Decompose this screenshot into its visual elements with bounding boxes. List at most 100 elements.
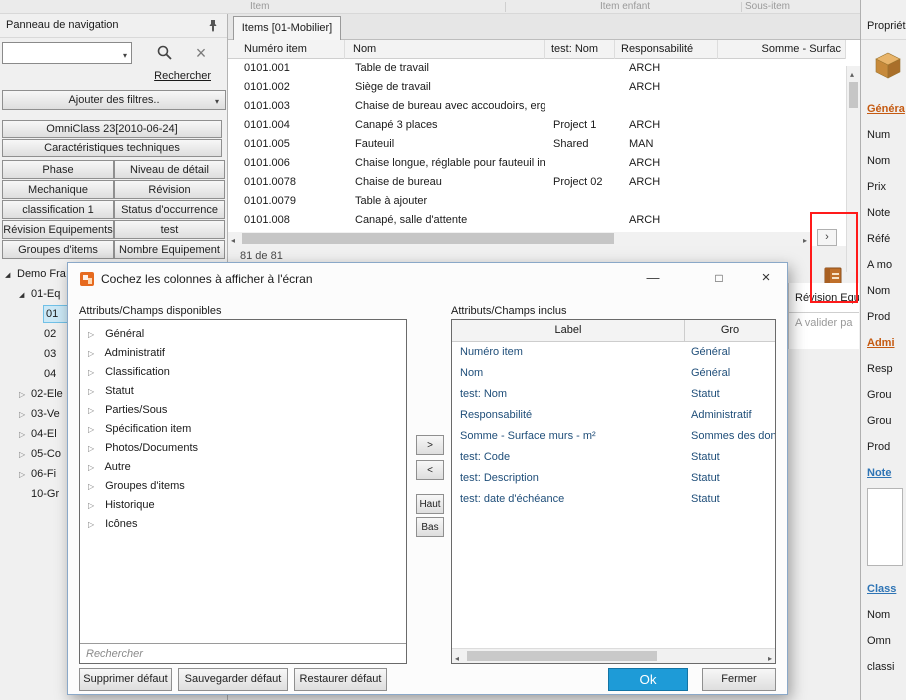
filter-category-button[interactable]: Révision Equipements [2, 220, 114, 239]
move-down-button[interactable]: Bas [416, 517, 444, 537]
expander-closed-icon[interactable] [19, 424, 31, 445]
expander-closed-icon[interactable] [88, 401, 102, 420]
search-icon[interactable] [156, 44, 174, 65]
ok-button[interactable]: Ok [608, 668, 688, 691]
filter-category-button[interactable]: Niveau de détail [114, 160, 225, 179]
save-default-button[interactable]: Sauvegarder défaut [178, 668, 288, 691]
table-row[interactable]: 0101.001 Table de travail ARCH [228, 59, 846, 78]
expander-closed-icon[interactable] [88, 496, 102, 515]
available-group-item[interactable]: Groupes d'items [80, 477, 406, 496]
column-header-label[interactable]: Label [452, 320, 685, 341]
tab-items-mobilier[interactable]: Items [01-Mobilier] [233, 16, 341, 40]
expander-closed-icon[interactable] [19, 464, 31, 485]
included-row[interactable]: Responsabilité Administratif [452, 405, 775, 426]
expand-panel-button[interactable] [817, 229, 837, 246]
restore-default-button[interactable]: Restaurer défaut [294, 668, 387, 691]
available-group-item[interactable]: Administratif [80, 344, 406, 363]
expander-closed-icon[interactable] [88, 477, 102, 496]
column-header-nom[interactable]: Nom [345, 40, 545, 59]
included-horizontal-scrollbar[interactable] [452, 648, 775, 663]
available-group-item[interactable]: Statut [80, 382, 406, 401]
pin-icon[interactable] [207, 19, 219, 35]
scrollbar-thumb[interactable] [467, 651, 657, 661]
expander-open-icon[interactable] [5, 264, 17, 286]
table-row[interactable]: 0101.002 Siège de travail ARCH [228, 78, 846, 97]
move-up-button[interactable]: Haut [416, 494, 444, 514]
clear-search-icon[interactable] [188, 40, 214, 66]
table-row[interactable]: 0101.0078 Chaise de bureau Project 02 AR… [228, 173, 846, 192]
expander-closed-icon[interactable] [88, 439, 102, 458]
expander-closed-icon[interactable] [19, 444, 31, 465]
expander-closed-icon[interactable] [88, 363, 102, 382]
available-group-item[interactable]: Icônes [80, 515, 406, 534]
available-group-item[interactable]: Historique [80, 496, 406, 515]
table-row[interactable]: 0101.008 Canapé, salle d'attente ARCH [228, 211, 846, 230]
expander-closed-icon[interactable] [19, 384, 31, 405]
scroll-up-icon[interactable] [850, 68, 854, 80]
filter-category-button[interactable]: Groupes d'items [2, 240, 114, 259]
search-link[interactable]: Rechercher [154, 70, 211, 82]
remove-column-button[interactable]: < [416, 460, 444, 480]
scroll-left-icon[interactable] [231, 234, 235, 246]
table-row[interactable]: 0101.0079 Table à ajouter [228, 192, 846, 211]
included-row[interactable]: test: date d'échéance Statut [452, 489, 775, 510]
note-text-area[interactable] [867, 488, 903, 566]
available-group-item[interactable]: Autre [80, 458, 406, 477]
minimize-icon[interactable] [638, 265, 668, 291]
close-button[interactable]: Fermer [702, 668, 776, 691]
navigation-search-combo[interactable] [2, 42, 132, 64]
column-header-responsabilite[interactable]: Responsabilité [615, 40, 718, 59]
add-column-button[interactable]: > [416, 435, 444, 455]
column-header-group[interactable]: Gro [685, 320, 775, 341]
dialog-title-bar[interactable]: Cochez les colonnes à afficher à l'écran [68, 263, 787, 295]
filter-category-button[interactable]: test [114, 220, 225, 239]
available-group-item[interactable]: Photos/Documents [80, 439, 406, 458]
table-row[interactable]: 0101.004 Canapé 3 places Project 1 ARCH [228, 116, 846, 135]
included-row[interactable]: test: Nom Statut [452, 384, 775, 405]
search-input[interactable] [3, 43, 113, 63]
expander-closed-icon[interactable] [88, 344, 102, 363]
column-header-test-nom[interactable]: test: Nom [545, 40, 615, 59]
expander-closed-icon[interactable] [88, 420, 102, 439]
expander-closed-icon[interactable] [88, 458, 102, 477]
expander-closed-icon[interactable] [88, 515, 102, 534]
table-row[interactable]: 0101.003 Chaise de bureau avec accoudoir… [228, 97, 846, 116]
filter-category-button[interactable]: Révision [114, 180, 225, 199]
available-group-item[interactable]: Spécification item [80, 420, 406, 439]
expander-closed-icon[interactable] [19, 404, 31, 425]
expander-closed-icon[interactable] [88, 325, 102, 344]
column-header-numero-item[interactable]: Numéro item [228, 40, 345, 59]
included-row[interactable]: test: Code Statut [452, 447, 775, 468]
caracteristiques-button[interactable]: Caractéristiques techniques [2, 139, 222, 157]
column-header-somme[interactable]: Somme - Surfac [718, 40, 846, 59]
included-row[interactable]: Somme - Surface murs - m² Sommes des don [452, 426, 775, 447]
scrollbar-thumb[interactable] [849, 82, 858, 108]
vertical-scrollbar[interactable] [846, 66, 860, 272]
available-search-input[interactable] [80, 644, 406, 663]
table-row[interactable]: 0101.006 Chaise longue, réglable pour fa… [228, 154, 846, 173]
available-search-box[interactable] [80, 643, 406, 663]
expander-open-icon[interactable] [19, 284, 31, 306]
expander-closed-icon[interactable] [88, 382, 102, 401]
filter-category-button[interactable]: Nombre Equipement [114, 240, 225, 259]
filter-category-button[interactable]: Status d'occurrence [114, 200, 225, 219]
close-icon[interactable] [751, 265, 781, 291]
included-row[interactable]: Numéro item Général [452, 342, 775, 363]
add-filters-button[interactable]: Ajouter des filtres.. [2, 90, 226, 110]
filter-category-button[interactable]: Phase [2, 160, 114, 179]
delete-default-button[interactable]: Supprimer défaut [79, 668, 172, 691]
scroll-right-icon[interactable] [803, 234, 807, 246]
included-row[interactable]: test: Description Statut [452, 468, 775, 489]
available-group-item[interactable]: Général [80, 325, 406, 344]
available-group-item[interactable]: Classification [80, 363, 406, 382]
table-row[interactable]: 0101.005 Fauteuil Shared MAN [228, 135, 846, 154]
scrollbar-thumb[interactable] [242, 233, 614, 244]
scroll-left-icon[interactable] [455, 652, 459, 664]
available-group-item[interactable]: Parties/Sous [80, 401, 406, 420]
included-row[interactable]: Nom Général [452, 363, 775, 384]
chevron-down-icon[interactable] [123, 49, 127, 61]
omniclass-button[interactable]: OmniClass 23[2010-06-24] [2, 120, 222, 138]
filter-category-button[interactable]: Mechanique [2, 180, 114, 199]
filter-category-button[interactable]: classification 1 [2, 200, 114, 219]
maximize-icon[interactable] [704, 265, 734, 291]
